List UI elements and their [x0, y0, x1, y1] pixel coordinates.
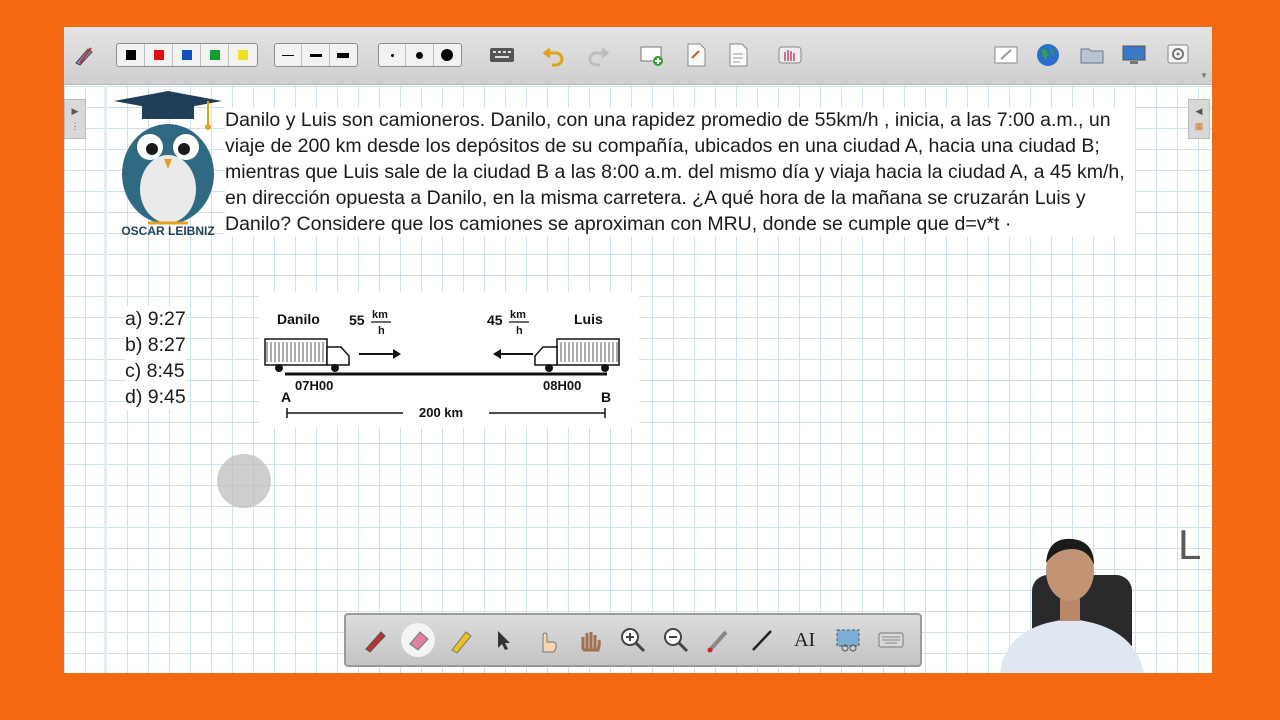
- driver-right-label: Luis: [574, 311, 603, 327]
- point-small[interactable]: [379, 44, 407, 66]
- color-yellow[interactable]: [229, 44, 257, 66]
- pen-icon[interactable]: [358, 623, 392, 657]
- keyboard-icon[interactable]: [874, 623, 908, 657]
- line-thick[interactable]: [330, 44, 357, 66]
- new-page-icon[interactable]: [638, 41, 666, 69]
- page-copy-icon[interactable]: [724, 41, 752, 69]
- left-start-time: 07H00: [295, 378, 333, 393]
- palette-icon: ▦: [1194, 121, 1204, 131]
- whiteboard-icon[interactable]: [992, 41, 1020, 69]
- driver-left-label: Danilo: [277, 311, 320, 327]
- cursor-spotlight: [217, 454, 271, 508]
- color-black[interactable]: [117, 44, 145, 66]
- option-b: b) 8:27: [125, 334, 186, 356]
- city-b-label: B: [601, 389, 611, 405]
- line-width-group: [274, 43, 358, 67]
- city-a-label: A: [281, 389, 291, 405]
- speed-right-unit-den: h: [516, 325, 523, 337]
- line-icon[interactable]: [745, 623, 779, 657]
- color-green[interactable]: [201, 44, 229, 66]
- globe-icon[interactable]: [1034, 41, 1062, 69]
- chevron-left-icon: ◀: [1195, 106, 1203, 116]
- truck-left-icon: [264, 338, 350, 372]
- point-large[interactable]: [434, 44, 461, 66]
- settings-icon[interactable]: [1164, 41, 1192, 69]
- zoom-out-icon[interactable]: [659, 623, 693, 657]
- select-arrow-icon[interactable]: [487, 623, 521, 657]
- presenter-webcam: [996, 527, 1146, 673]
- line-medium[interactable]: [302, 44, 330, 66]
- speed-left-value: 55: [349, 312, 365, 328]
- speed-left-unit-den: h: [378, 325, 385, 337]
- arrow-right-icon: [359, 349, 401, 359]
- trucks-diagram: Danilo 55 km h 45 km h Luis 07H00 08H00 …: [259, 292, 639, 427]
- logo-name: OSCAR LEIBNIZ: [121, 224, 214, 238]
- line-thin[interactable]: [275, 44, 303, 66]
- bottom-toolbar: AI: [344, 613, 922, 667]
- edge-glyph-l: L: [1178, 521, 1202, 568]
- zoom-in-icon[interactable]: [616, 623, 650, 657]
- left-panel-tab[interactable]: ▶ ⋮: [64, 99, 86, 139]
- pen-settings-icon[interactable]: [70, 41, 98, 69]
- color-red[interactable]: [145, 44, 173, 66]
- option-c: c) 8:45: [125, 360, 185, 382]
- laser-pen-icon[interactable]: [702, 623, 736, 657]
- text-tool-icon[interactable]: AI: [788, 623, 822, 657]
- pointer-hand-icon[interactable]: [530, 623, 564, 657]
- speed-right-unit-num: km: [510, 309, 526, 321]
- toolbar-expand-icon[interactable]: ▼: [1200, 71, 1208, 80]
- question-text: Danilo y Luis son camioneros. Danilo, co…: [225, 107, 1135, 237]
- screen-capture-icon[interactable]: [831, 623, 865, 657]
- redo-icon[interactable]: [584, 41, 612, 69]
- hand-eraser-icon[interactable]: [776, 41, 804, 69]
- screen-icon[interactable]: [1120, 41, 1148, 69]
- keyboard-icon[interactable]: [488, 41, 516, 69]
- option-a: a) 9:27: [125, 308, 186, 330]
- color-blue[interactable]: [173, 44, 201, 66]
- margin-line: [104, 86, 107, 673]
- whiteboard-window: ▼ ▶ ⋮ ◀ ▦ OSCAR LEIBNIZ Danilo y Luis so…: [64, 27, 1212, 673]
- undo-icon[interactable]: [540, 41, 568, 69]
- folder-icon[interactable]: [1078, 41, 1106, 69]
- top-toolbar: ▼: [64, 27, 1212, 85]
- distance-label: 200 km: [419, 405, 463, 420]
- menu-dots-icon: ⋮: [70, 121, 80, 131]
- oscar-leibniz-logo: OSCAR LEIBNIZ: [108, 89, 228, 239]
- option-d: d) 9:45: [125, 386, 186, 408]
- page-icon[interactable]: [682, 41, 710, 69]
- pan-hand-icon[interactable]: [573, 623, 607, 657]
- speed-left-unit-num: km: [372, 309, 388, 321]
- speed-right-value: 45: [487, 312, 503, 328]
- eraser-icon[interactable]: [401, 623, 436, 657]
- arrow-left-icon: [493, 349, 533, 359]
- answer-options: a) 9:27 b) 8:27 c) 8:45 d) 9:45: [125, 306, 186, 410]
- point-medium[interactable]: [406, 44, 434, 66]
- right-panel-tab[interactable]: ◀ ▦: [1188, 99, 1210, 139]
- color-palette: [116, 43, 258, 67]
- truck-right-icon: [534, 338, 620, 372]
- highlighter-icon[interactable]: [444, 623, 478, 657]
- point-size-group: [378, 43, 462, 67]
- chevron-right-icon: ▶: [71, 106, 79, 116]
- right-start-time: 08H00: [543, 378, 581, 393]
